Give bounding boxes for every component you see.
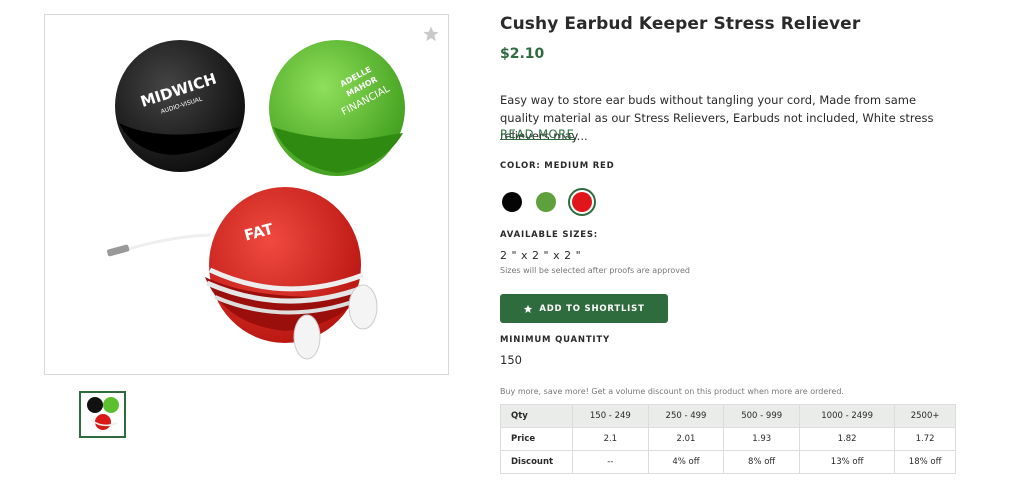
table-header-row: Qty 150 - 249 250 - 499 500 - 999 1000 -… [500, 404, 956, 428]
discount-cell: 13% off [799, 450, 896, 474]
star-icon [524, 304, 533, 313]
color-swatch-medium-red[interactable] [568, 188, 596, 216]
red-earbud-keeper: FAT [107, 187, 378, 360]
price-cell: 1.72 [894, 427, 956, 451]
product-thumbnail[interactable] [79, 391, 126, 438]
discount-cell: 8% off [723, 450, 801, 474]
header-tier: 250 - 499 [647, 404, 725, 428]
read-more-link[interactable]: READ MORE [500, 127, 574, 141]
shortlist-button-label: ADD TO SHORTLIST [539, 303, 645, 314]
size-note: Sizes will be selected after proofs are … [500, 266, 690, 275]
product-image-gallery[interactable]: MIDWICH AUDIO-VISUAL ADELLE MAHOR FINANC… [44, 14, 449, 375]
product-price: $2.10 [500, 46, 545, 62]
price-cell: 2.1 [572, 427, 649, 451]
minimum-quantity-value: 150 [500, 353, 522, 367]
header-tier: 2500+ [894, 404, 956, 428]
price-cell: 1.82 [799, 427, 896, 451]
header-tier: 1000 - 2499 [799, 404, 896, 428]
add-to-shortlist-button[interactable]: ADD TO SHORTLIST [500, 294, 668, 323]
header-tier: 150 - 249 [572, 404, 649, 428]
thumbnail-image [87, 397, 119, 430]
favorite-star-icon[interactable] [422, 25, 440, 43]
table-row-price: Price 2.1 2.01 1.93 1.82 1.72 [500, 427, 956, 451]
discount-cell: 18% off [894, 450, 956, 474]
green-earbud-keeper: ADELLE MAHOR FINANCIAL [269, 40, 405, 176]
table-row-discount: Discount -- 4% off 8% off 13% off 18% of… [500, 450, 956, 474]
row-label-price: Price [500, 427, 573, 451]
size-value: 2 " x 2 " x 2 " [500, 249, 582, 262]
color-label: COLOR: MEDIUM RED [500, 161, 615, 171]
price-cell: 2.01 [647, 427, 725, 451]
discount-cell: -- [572, 450, 649, 474]
volume-pricing-table: Qty 150 - 249 250 - 499 500 - 999 1000 -… [500, 404, 956, 474]
available-sizes-label: AVAILABLE SIZES: [500, 230, 598, 240]
header-qty: Qty [500, 404, 573, 428]
row-label-discount: Discount [500, 450, 573, 474]
minimum-quantity-label: MINIMUM QUANTITY [500, 335, 610, 345]
product-image: MIDWICH AUDIO-VISUAL ADELLE MAHOR FINANC… [107, 40, 405, 360]
color-swatch-green[interactable] [536, 192, 556, 212]
color-swatch-black[interactable] [502, 192, 522, 212]
color-swatch-red-fill [572, 192, 592, 212]
price-cell: 1.93 [723, 427, 801, 451]
volume-discount-note: Buy more, save more! Get a volume discou… [500, 387, 844, 396]
product-title: Cushy Earbud Keeper Stress Reliever [500, 14, 861, 34]
discount-cell: 4% off [647, 450, 725, 474]
black-earbud-keeper: MIDWICH AUDIO-VISUAL [115, 40, 245, 172]
header-tier: 500 - 999 [723, 404, 801, 428]
